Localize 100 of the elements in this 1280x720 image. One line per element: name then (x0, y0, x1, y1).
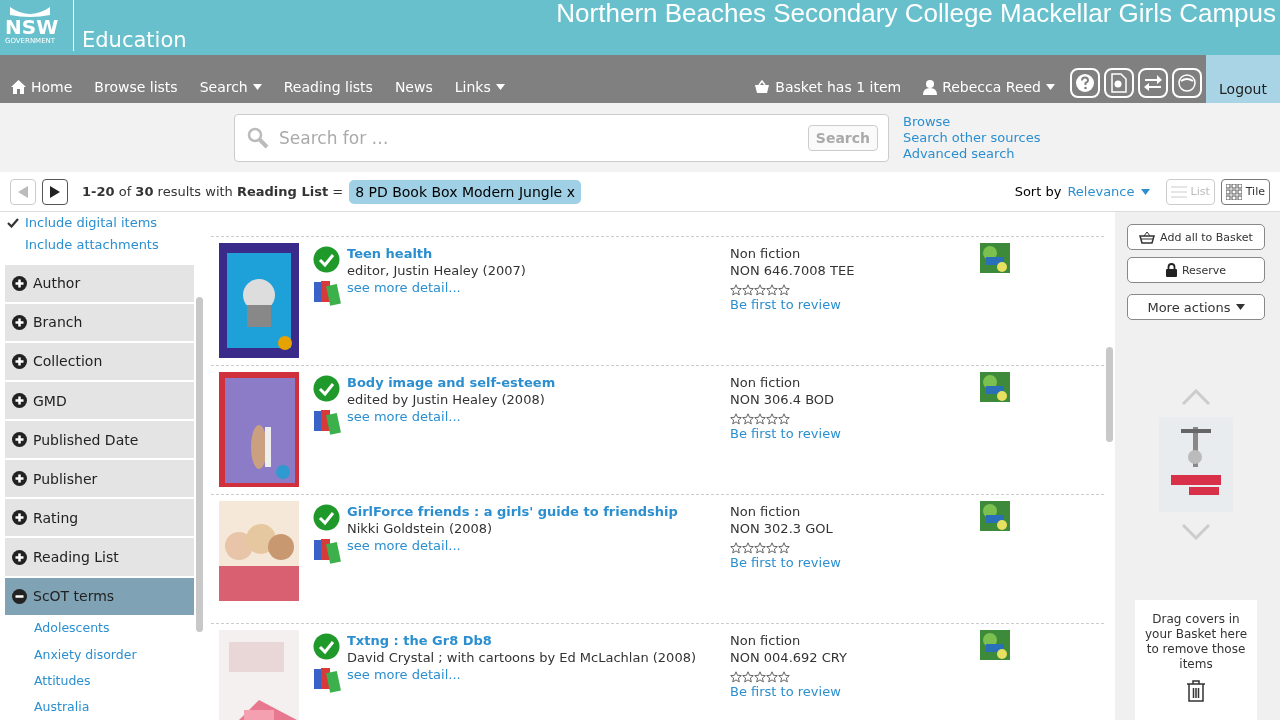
facet-term[interactable]: Attitudes (5, 667, 194, 694)
caret-icon (495, 84, 505, 90)
book-author: editor, Justin Healey (2007) (347, 262, 527, 279)
plus-icon (12, 432, 27, 448)
facet-header[interactable]: Published Date (5, 421, 194, 459)
help-button[interactable] (1070, 68, 1100, 98)
plus-icon (12, 393, 27, 409)
action-button[interactable]: Add all to Basket (1127, 224, 1265, 250)
facet-header[interactable]: Rating (5, 499, 194, 537)
facet-header[interactable]: Publisher (5, 460, 194, 498)
filter-option[interactable]: Include attachments (5, 233, 194, 255)
basket-icon (754, 80, 771, 94)
site-title: Northern Beaches Secondary College Mackellar Girls Campus (556, 0, 1277, 30)
view-toggle[interactable]: List (1165, 178, 1215, 205)
facet-header[interactable]: GMD (5, 382, 194, 420)
plus-icon (12, 314, 27, 330)
grid-icon (1225, 183, 1242, 200)
review-link[interactable]: Be first to review (730, 425, 980, 442)
call-number: NON 004.692 CRY (730, 649, 848, 666)
scrollbar[interactable] (1106, 347, 1113, 442)
logout-button[interactable]: Logout (1206, 55, 1280, 103)
minus-icon (12, 588, 27, 604)
review-link[interactable]: Be first to review (730, 554, 980, 571)
book-author: Nikki Goldstein (2008) (347, 520, 494, 537)
book-title[interactable]: GirlForce friends : a girls' guide to friendship (347, 503, 730, 520)
detail-link[interactable]: see more detail... (347, 537, 730, 554)
call-number: NON 646.7008 TEE (730, 262, 856, 279)
detail-link[interactable]: see more detail... (347, 279, 730, 296)
basket-link[interactable]: Basket has 1 item (743, 79, 913, 103)
next-button[interactable] (42, 178, 68, 205)
view-toggle[interactable]: Tile (1220, 178, 1270, 205)
plus-icon (12, 275, 27, 291)
action-button[interactable]: Reserve (1127, 257, 1265, 283)
caret-icon (252, 84, 262, 90)
next-icon (50, 185, 60, 198)
home-icon (11, 80, 26, 94)
search-link[interactable]: Browse (903, 113, 1041, 130)
drop-zone[interactable]: Drag covers in your Basket here to remove those items (1135, 600, 1257, 720)
orbit-button[interactable] (1172, 68, 1202, 98)
document-gear-icon (1111, 73, 1127, 93)
facet-header[interactable]: ScOT terms (5, 577, 194, 615)
detail-link[interactable]: see more detail... (347, 666, 730, 683)
nav-link[interactable]: Browse lists (83, 79, 189, 103)
sort-dropdown[interactable]: Relevance (1067, 184, 1150, 199)
facet-header[interactable]: Branch (5, 303, 194, 341)
book-format: Non fiction (730, 374, 802, 391)
filter-option[interactable]: Include digital items (5, 212, 194, 234)
call-number: NON 306.4 BOD (730, 391, 836, 408)
user-icon (923, 79, 938, 95)
drop-hint: Drag covers in your Basket here to remove those items (1143, 612, 1249, 672)
books-icon (313, 537, 341, 564)
search-field[interactable]: Search for … Search (234, 113, 889, 162)
facet-header[interactable]: Collection (5, 342, 194, 381)
more-actions-button[interactable]: More actions (1127, 294, 1265, 320)
nav-link[interactable]: Reading lists (272, 79, 384, 103)
review-link[interactable]: Be first to review (730, 296, 980, 313)
department-name: Education (82, 28, 187, 54)
facet-term[interactable]: Australia (5, 693, 194, 720)
search-button[interactable]: Search (807, 124, 878, 151)
book-format: Non fiction (730, 503, 802, 520)
facet-header[interactable]: Reading List (5, 538, 194, 576)
scrollbar[interactable] (196, 297, 203, 632)
sort-label: Sort by (1014, 184, 1062, 199)
facet-header[interactable]: Author (5, 264, 194, 302)
book-title[interactable]: Body image and self-esteem (347, 374, 730, 391)
search-link[interactable]: Search other sources (903, 129, 1041, 146)
lock-icon (1165, 263, 1177, 277)
switch-button[interactable] (1138, 68, 1168, 98)
caret-icon (1140, 188, 1150, 195)
book-title[interactable]: Teen health (347, 245, 730, 262)
plus-icon (12, 471, 27, 487)
star-rating[interactable] (730, 284, 790, 296)
caret-icon (1046, 84, 1055, 90)
search-link[interactable]: Advanced search (903, 145, 1041, 162)
star-rating[interactable] (730, 542, 790, 554)
search-icon (247, 126, 269, 149)
facet-term[interactable]: Anxiety disorder (5, 641, 194, 668)
nav-link[interactable]: Links (443, 79, 516, 103)
nav-link[interactable]: Search (188, 79, 273, 103)
caret-icon (1235, 304, 1245, 310)
book-format: Non fiction (730, 632, 802, 649)
trash-icon (1187, 680, 1205, 702)
book-title[interactable]: Txtng : the Gr8 Db8 (347, 632, 730, 649)
nav-link[interactable]: Home (0, 79, 84, 103)
results-summary: 1-20 of 30 results with Reading List = (82, 184, 344, 199)
user-menu[interactable]: Rebecca Reed (912, 79, 1066, 103)
filter-chip[interactable]: 8 PD Book Box Modern Jungle x (349, 179, 581, 204)
review-link[interactable]: Be first to review (730, 683, 980, 700)
settings-button[interactable] (1104, 68, 1134, 98)
detail-link[interactable]: see more detail... (347, 408, 730, 425)
star-rating[interactable] (730, 671, 790, 683)
star-rating[interactable] (730, 413, 790, 425)
plus-icon (12, 549, 27, 565)
previous-icon (18, 185, 28, 198)
book-format: Non fiction (730, 245, 802, 262)
facet-term[interactable]: Adolescents (5, 614, 194, 641)
book-author: edited by Justin Healey (2008) (347, 391, 546, 408)
basket-icon (1139, 230, 1156, 244)
plus-icon (12, 353, 27, 369)
nav-link[interactable]: News (383, 79, 444, 103)
